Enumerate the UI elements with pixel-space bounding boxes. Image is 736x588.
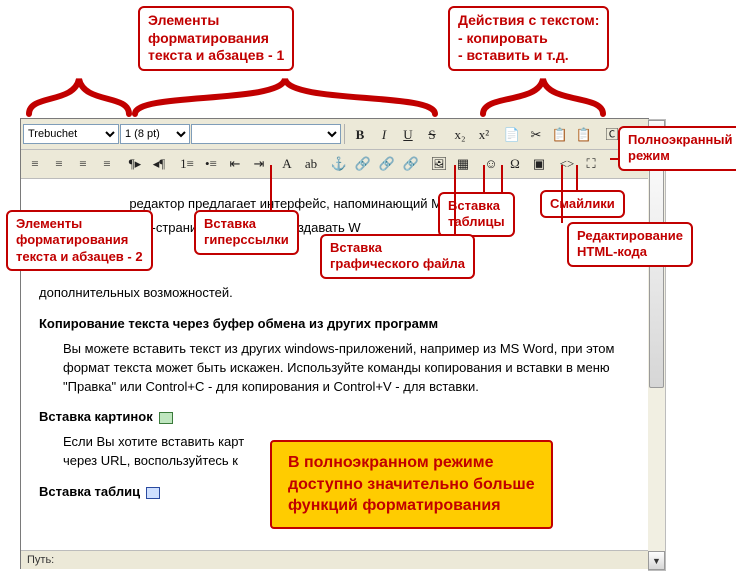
unlink-icon[interactable]: 🔗 <box>375 152 399 176</box>
font-family-select[interactable]: Trebuchet <box>23 124 119 144</box>
highlight-icon[interactable]: ab <box>299 152 323 176</box>
note-fullscreen-more: В полноэкранном режиме доступно значител… <box>270 440 553 529</box>
char-icon[interactable]: Ω <box>503 152 527 176</box>
callout-hyperlink: Вставка гиперссылки <box>194 210 299 255</box>
font-size-select[interactable]: 1 (8 pt) <box>120 124 190 144</box>
heading-images: Вставка картинок <box>39 408 631 427</box>
callout-format2: Элементы форматирования текста и абзацев… <box>6 210 153 271</box>
outdent-icon[interactable]: ⇤ <box>223 152 247 176</box>
bold-icon[interactable]: B <box>348 123 372 147</box>
image-inline-icon <box>159 412 173 424</box>
brace-center <box>130 74 440 118</box>
callout-smiley: Смайлики <box>540 190 625 218</box>
paragraph-copy: Вы можете вставить текст из других windo… <box>63 340 631 397</box>
scroll-down-icon[interactable]: ▼ <box>648 551 665 570</box>
align-right-icon[interactable]: ≡ <box>71 152 95 176</box>
template-icon[interactable]: ▣ <box>527 152 551 176</box>
underline-icon[interactable]: U <box>396 123 420 147</box>
paste-word-icon[interactable]: 📋 <box>572 123 596 147</box>
heading-copy: Копирование текста через буфер обмена из… <box>39 315 631 334</box>
rtl-icon[interactable]: ◂¶ <box>147 152 171 176</box>
italic-icon[interactable]: I <box>372 123 396 147</box>
brace-right <box>478 74 608 118</box>
ltr-icon[interactable]: ¶▸ <box>123 152 147 176</box>
strike-icon[interactable]: S <box>420 123 444 147</box>
link-icon[interactable]: 🔗 <box>351 152 375 176</box>
toolbar-row-2: ≡≡≡≡¶▸◂¶1≡•≡⇤⇥Aab⚓🔗🔗🔗🖼▦☺Ω▣<>⛶ <box>21 150 649 179</box>
callout-imgfile: Вставка графического файла <box>320 234 475 279</box>
font-color-icon[interactable]: A <box>275 152 299 176</box>
callout-format1: Элементы форматирования текста и абзацев… <box>138 6 294 71</box>
image-icon[interactable]: 🖼 <box>427 152 451 176</box>
toolbar-row-1: Trebuchet 1 (8 pt) BIUSx₂x²📄✂📋📋🄲 <box>21 119 649 150</box>
callout-table: Вставка таблицы <box>438 192 515 237</box>
extlink-icon[interactable]: 🔗 <box>399 152 423 176</box>
copy-icon[interactable]: 📄 <box>500 123 524 147</box>
anchor-icon[interactable]: ⚓ <box>327 152 351 176</box>
cut-icon[interactable]: ✂ <box>524 123 548 147</box>
subscript-icon[interactable]: x₂ <box>448 123 472 147</box>
superscript-icon[interactable]: x² <box>472 123 496 147</box>
paste-icon[interactable]: 📋 <box>548 123 572 147</box>
status-bar: Путь: <box>21 550 649 569</box>
align-justify-icon[interactable]: ≡ <box>95 152 119 176</box>
ordered-list-icon[interactable]: 1≡ <box>175 152 199 176</box>
callout-fullscreen: Полноэкранный режим <box>618 126 736 171</box>
align-center-icon[interactable]: ≡ <box>47 152 71 176</box>
callout-htmledit: Редактирование HTML-кода <box>567 222 693 267</box>
vertical-scrollbar[interactable]: ▲ ▼ <box>648 119 666 571</box>
fullscreen-icon[interactable]: ⛶ <box>579 152 603 176</box>
unordered-list-icon[interactable]: •≡ <box>199 152 223 176</box>
table-inline-icon <box>146 487 160 499</box>
style-select[interactable] <box>191 124 341 144</box>
align-left-icon[interactable]: ≡ <box>23 152 47 176</box>
indent-icon[interactable]: ⇥ <box>247 152 271 176</box>
callout-textactions: Действия с текстом: - копировать - встав… <box>448 6 609 71</box>
brace-left <box>24 74 134 118</box>
